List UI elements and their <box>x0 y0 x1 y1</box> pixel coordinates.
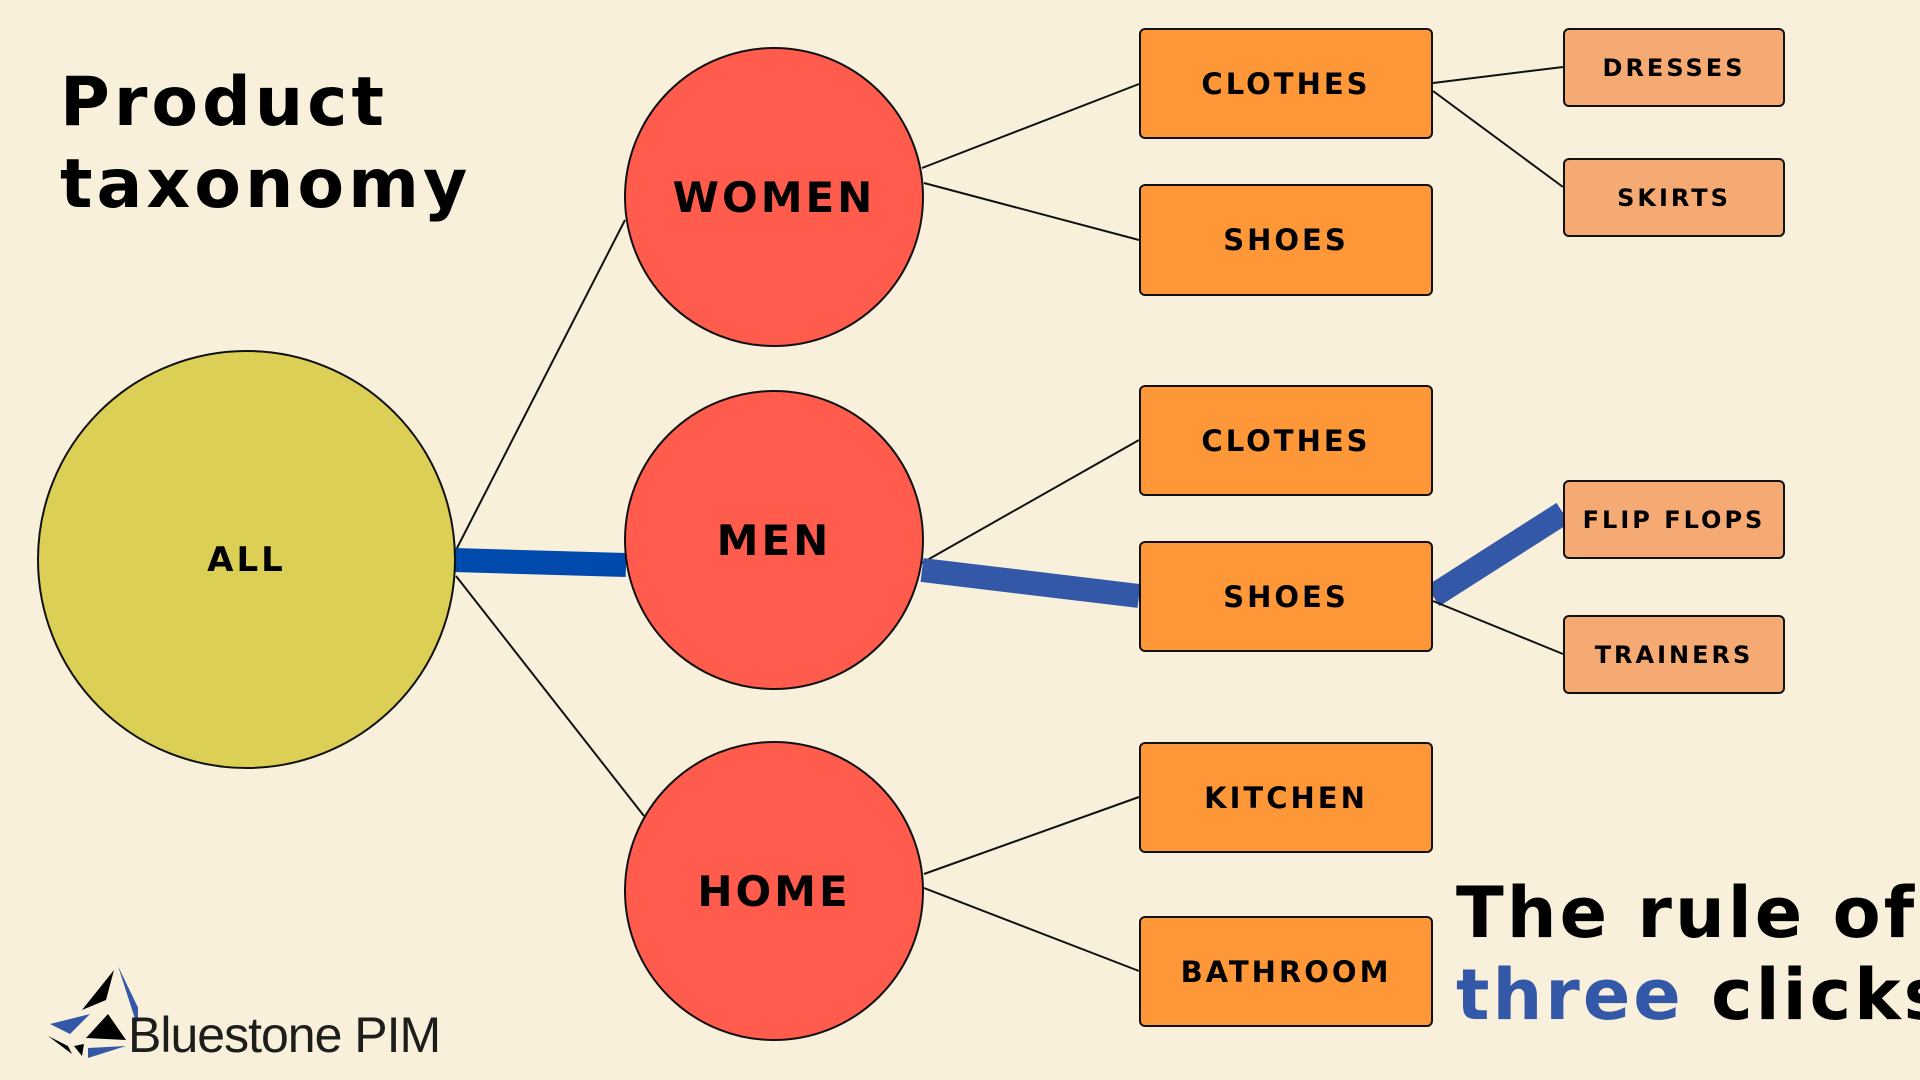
node-men-shoes[interactable]: SHOES <box>1139 541 1433 652</box>
tagline-accent: three <box>1456 954 1684 1036</box>
node-home[interactable]: HOME <box>624 741 924 1041</box>
edge-home-bathroom <box>923 887 1140 972</box>
edge-women-clothes <box>921 83 1140 169</box>
edge-all-men-highlight <box>453 548 627 577</box>
edge-shoes-trainers <box>1432 600 1564 655</box>
tagline: The rule of three clicks <box>1456 872 1920 1036</box>
node-label: ALL <box>207 539 286 580</box>
node-label: MEN <box>716 515 832 565</box>
tagline-line-1: The rule of <box>1456 872 1918 954</box>
node-label: DRESSES <box>1602 53 1746 82</box>
node-women-clothes[interactable]: CLOTHES <box>1139 28 1433 139</box>
edge-clothes-dresses <box>1432 66 1564 84</box>
node-label: SHOES <box>1223 223 1349 257</box>
bluestone-logo-icon <box>48 966 138 1058</box>
node-label: TRAINERS <box>1594 640 1754 669</box>
edge-men-clothes <box>921 439 1140 564</box>
node-women-shoes[interactable]: SHOES <box>1139 184 1433 296</box>
node-men-clothes[interactable]: CLOTHES <box>1139 385 1433 496</box>
edge-all-women <box>455 219 626 551</box>
node-label: WOMEN <box>672 172 876 222</box>
node-label: SHOES <box>1223 579 1349 614</box>
edge-clothes-skirts <box>1432 90 1564 188</box>
node-home-bathroom[interactable]: BATHROOM <box>1139 916 1433 1027</box>
node-label: CLOTHES <box>1201 423 1371 458</box>
edge-home-kitchen <box>923 796 1140 875</box>
edge-shoes-flipflops-highlight <box>1426 502 1570 607</box>
edge-women-shoes <box>923 182 1140 241</box>
node-skirts[interactable]: SKIRTS <box>1563 158 1785 237</box>
node-all[interactable]: ALL <box>37 350 456 769</box>
node-label: KITCHEN <box>1204 780 1368 815</box>
node-trainers[interactable]: TRAINERS <box>1563 615 1785 694</box>
node-dresses[interactable]: DRESSES <box>1563 28 1785 107</box>
edge-all-home <box>455 575 645 817</box>
node-label: CLOTHES <box>1201 66 1371 101</box>
edge-men-shoes-highlight <box>920 558 1141 608</box>
node-label: HOME <box>697 866 851 916</box>
logo-text: Bluestone PIM <box>128 1007 441 1063</box>
tagline-rest: clicks <box>1711 954 1920 1036</box>
node-label: BATHROOM <box>1180 954 1392 989</box>
bluestone-logo: Bluestone PIM <box>48 958 478 1063</box>
node-label: SKIRTS <box>1617 183 1731 212</box>
node-men[interactable]: MEN <box>624 390 924 690</box>
node-women[interactable]: WOMEN <box>624 47 924 347</box>
node-label: FLIP FLOPS <box>1582 505 1766 534</box>
node-home-kitchen[interactable]: KITCHEN <box>1139 742 1433 853</box>
node-flip-flops[interactable]: FLIP FLOPS <box>1563 480 1785 559</box>
